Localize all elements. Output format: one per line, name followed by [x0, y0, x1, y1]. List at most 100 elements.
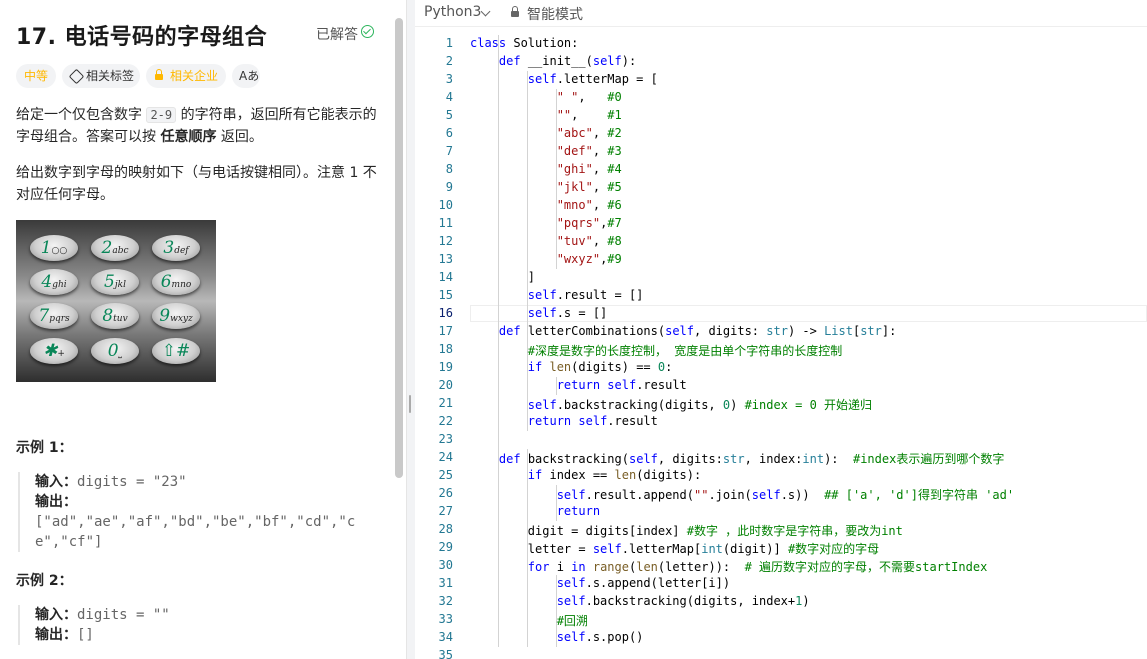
line-number: 7 — [445, 144, 453, 158]
code-line[interactable]: self.backstracking(digits, index+1) — [470, 594, 810, 608]
line-number: 4 — [445, 90, 453, 104]
line-number: 17 — [438, 324, 453, 338]
problem-panel: 17. 电话号码的字母组合 已解答 中等 相关标签 相关企业 Aあ 给定一个仅包… — [0, 0, 392, 659]
keypad-key: 3def — [152, 235, 200, 261]
code-line[interactable]: letter = self.letterMap[int(digit)] #数字对… — [470, 540, 879, 557]
font-size-button[interactable]: Aあ — [232, 64, 260, 88]
code-line[interactable]: self.result.append("".join(self.s)) ## [… — [470, 486, 1014, 503]
line-number: 32 — [438, 594, 453, 608]
code-line[interactable]: #回溯 — [470, 612, 588, 629]
phone-keypad-image: 1○○ 2abc 3def 4ghi 5jkl 6mno 7pqrs 8tuv 9wxyz ✱+ 0… — [16, 220, 216, 382]
line-number: 2 — [445, 54, 453, 68]
example-1-input: digits = "23" — [77, 474, 187, 490]
code-line[interactable]: return — [470, 504, 600, 518]
code-line[interactable]: "tuv", #8 — [470, 234, 622, 248]
line-number: 35 — [438, 648, 453, 659]
line-number: 30 — [438, 558, 453, 572]
line-number: 27 — [438, 504, 453, 518]
keypad-key: 9wxyz — [152, 303, 200, 329]
code-line[interactable]: "mno", #6 — [470, 198, 622, 212]
code-line[interactable]: self.result = [] — [470, 288, 644, 302]
line-number: 8 — [445, 162, 453, 176]
code-line[interactable]: "jkl", #5 — [470, 180, 622, 194]
line-number: 20 — [438, 378, 453, 392]
code-line[interactable]: def letterCombinations(self, digits: str… — [470, 324, 896, 338]
code-line[interactable]: digit = digits[index] #数字 ，此时数字是字符串，要改为i… — [470, 522, 903, 539]
line-number: 25 — [438, 468, 453, 482]
code-line[interactable]: class Solution: — [470, 36, 578, 50]
problem-title: 17. 电话号码的字母组合 — [16, 25, 268, 50]
lock-icon — [155, 69, 163, 80]
code-line[interactable]: " ", #0 — [470, 90, 622, 104]
keypad-key: 7pqrs — [30, 303, 78, 329]
example-1-output: ["ad","ae","af","bd","be","bf","cd","ce"… — [35, 514, 356, 550]
code-line[interactable]: "pqrs",#7 — [470, 216, 622, 230]
line-number: 24 — [438, 450, 453, 464]
line-number: 14 — [438, 270, 453, 284]
line-number: 12 — [438, 234, 453, 248]
line-number: 33 — [438, 612, 453, 626]
line-number: 23 — [438, 432, 453, 446]
example-1-box: 输入：digits = "23" 输出： ["ad","ae","af","bd… — [18, 472, 392, 552]
line-number: 31 — [438, 576, 453, 590]
keypad-key: 1○○ — [30, 235, 78, 261]
code-line[interactable]: if index == len(digits): — [470, 468, 701, 482]
code-editor[interactable]: 1 class Solution: 2 def __init__(self): 3 s… — [415, 35, 1147, 659]
line-number: 11 — [438, 216, 453, 230]
smart-mode-label[interactable]: 智能模式 — [527, 4, 583, 24]
keypad-key: ⇧# — [152, 338, 200, 364]
solved-status: 已解答 — [316, 27, 358, 43]
keypad-key: 4ghi — [30, 269, 78, 295]
code-line[interactable]: def backstracking(self, digits:str, inde… — [470, 450, 1004, 467]
code-line[interactable]: self.s.pop() — [470, 630, 644, 644]
code-line[interactable]: self.s = [] — [470, 306, 607, 320]
keypad-key: 0⎵ — [91, 338, 139, 364]
example-2-output: [] — [77, 627, 94, 643]
code-line[interactable]: for i in range(len(letter)): # 遍历数字对应的字母… — [470, 558, 988, 575]
keypad-key: 6mno — [152, 269, 200, 295]
left-scrollbar-thumb[interactable] — [395, 18, 403, 478]
language-select[interactable]: Python3 — [424, 4, 481, 20]
code-line[interactable]: #深度是数字的长度控制， 宽度是由单个字符串的长度控制 — [470, 342, 842, 359]
line-number: 26 — [438, 486, 453, 500]
line-number: 1 — [445, 36, 453, 50]
line-number: 15 — [438, 288, 453, 302]
code-line[interactable]: "def", #3 — [470, 144, 622, 158]
line-number: 6 — [445, 126, 453, 140]
code-line[interactable]: self.s.append(letter[i]) — [470, 576, 730, 590]
code-line[interactable]: "", #1 — [470, 108, 622, 122]
keypad-key: 2abc — [91, 235, 139, 261]
code-line[interactable]: return self.result — [470, 378, 687, 392]
line-number: 22 — [438, 414, 453, 428]
code-line[interactable]: "abc", #2 — [470, 126, 622, 140]
code-line[interactable]: return self.result — [470, 414, 658, 428]
related-companies-button[interactable]: 相关企业 — [146, 64, 226, 88]
lock-icon — [511, 6, 519, 17]
editor-toolbar: Python3 智能模式 — [415, 0, 1147, 27]
line-number: 9 — [445, 180, 453, 194]
chevron-down-icon[interactable] — [480, 6, 491, 17]
example-1-title: 示例 1： — [16, 440, 73, 456]
related-tags-button[interactable]: 相关标签 — [62, 64, 140, 88]
code-line[interactable]: ] — [470, 270, 535, 284]
code-line[interactable]: if len(digits) == 0: — [470, 360, 673, 374]
code-line[interactable]: def __init__(self): — [470, 54, 636, 68]
keypad-key: ✱+ — [30, 338, 78, 364]
font-size-icon: Aあ — [239, 69, 260, 83]
line-number: 10 — [438, 198, 453, 212]
difficulty-badge[interactable]: 中等 — [16, 64, 56, 88]
tag-icon — [68, 68, 85, 85]
code-line[interactable]: self.letterMap = [ — [470, 72, 658, 86]
splitter-grip-icon[interactable] — [409, 395, 411, 413]
keypad-key: 8tuv — [91, 303, 139, 329]
example-2-box: 输入：digits = "" 输出：[] — [18, 605, 392, 645]
line-number: 19 — [438, 360, 453, 374]
example-2-input: digits = "" — [77, 607, 170, 623]
code-line[interactable]: "ghi", #4 — [470, 162, 622, 176]
line-number: 3 — [445, 72, 453, 86]
code-line[interactable]: self.backstracking(digits, 0) #index = 0… — [470, 396, 872, 413]
check-circle-icon — [361, 25, 374, 38]
line-number: 5 — [445, 108, 453, 122]
description-paragraph-1: 给定一个仅包含数字 2-9 的字符串，返回所有它能表示的字母组合。答案可以按 任… — [16, 107, 377, 145]
code-line[interactable]: "wxyz",#9 — [470, 252, 622, 266]
